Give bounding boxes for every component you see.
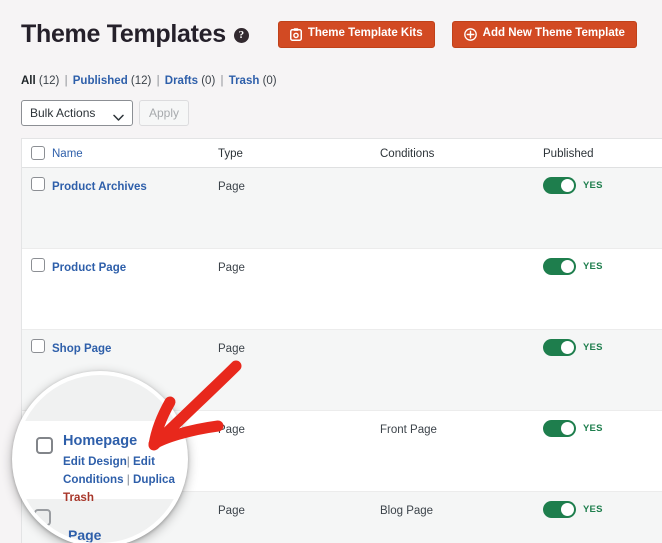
row-checkbox[interactable] [31,339,45,353]
row-type: Page [218,424,245,436]
row-type: Page [218,262,245,274]
magnified-row-name-link[interactable]: Homepage [63,433,137,449]
magnified-next-row-name: Page [68,527,101,543]
toggle-knob [561,503,574,516]
bulk-actions-select[interactable]: Bulk Actions [21,100,133,126]
toggle-knob [561,260,574,273]
page-title: Theme Templates [21,19,226,49]
row-published-toggle-wrap: YES [543,339,662,356]
row-name-link[interactable]: Product Archives [52,180,147,194]
magnified-next-row-checkbox[interactable] [34,509,51,526]
row-checkbox[interactable] [31,258,45,272]
select-all-checkbox[interactable] [31,146,45,160]
table-header-row: Name Type Conditions Published [22,139,662,168]
published-toggle[interactable] [543,501,576,518]
table-row: Product Page Page YES [22,249,662,330]
edit-design-link[interactable]: Edit Design [63,455,127,468]
filter-count-all: (12) [39,75,59,87]
duplicate-link[interactable]: Duplica [133,473,175,486]
plus-circle-icon [464,28,477,41]
published-toggle-label: YES [583,423,603,434]
row-published-toggle-wrap: YES [543,501,662,518]
chevron-down-icon [113,109,124,127]
row-published-toggle-wrap: YES [543,258,662,275]
column-header-name[interactable]: Name [52,148,83,160]
row-type: Page [218,343,245,355]
help-icon[interactable]: ? [234,28,249,43]
trash-link[interactable]: Trash [63,491,94,504]
row-conditions: Front Page [380,424,437,436]
bulk-actions-value: Bulk Actions [22,106,95,120]
toggle-knob [561,179,574,192]
published-toggle[interactable] [543,339,576,356]
row-name-link[interactable]: Product Page [52,261,126,275]
page-header: Theme Templates ? Theme Template Kits [21,0,662,49]
row-type: Page [218,505,245,517]
select-all-cell [22,146,52,160]
filter-link-published[interactable]: Published [73,75,128,87]
filter-link-trash[interactable]: Trash [229,75,260,87]
published-toggle-label: YES [583,504,603,515]
bulk-actions-bar: Bulk Actions Apply [21,100,662,126]
published-toggle-label: YES [583,261,603,272]
filter-separator: | [218,75,225,87]
published-toggle-label: YES [583,342,603,353]
add-new-theme-template-button[interactable]: Add New Theme Template [452,21,637,48]
row-conditions: Blog Page [380,505,433,517]
theme-templates-page: Theme Templates ? Theme Template Kits [0,0,662,543]
theme-template-kits-button[interactable]: Theme Template Kits [278,21,435,48]
published-toggle[interactable] [543,177,576,194]
published-toggle[interactable] [543,258,576,275]
toggle-knob [561,341,574,354]
magnifier-callout: Homepage Edit Design| Edit Conditions | … [12,371,188,543]
filter-count-trash: (0) [263,75,277,87]
filter-separator: | [155,75,162,87]
magnified-row-checkbox[interactable] [36,437,53,454]
row-published-toggle-wrap: YES [543,177,662,194]
published-toggle[interactable] [543,420,576,437]
magnifier-content: Homepage Edit Design| Edit Conditions | … [16,375,184,543]
column-header-published: Published [543,148,594,160]
row-name-link[interactable]: Shop Page [52,342,111,356]
magnifier-row-band-top [16,375,184,421]
filter-links: All (12) | Published (12) | Drafts (0) |… [21,74,662,89]
toggle-knob [561,422,574,435]
magnified-row-actions: Edit Design| Edit Conditions | Duplica T… [63,453,175,507]
filter-separator: | [63,75,70,87]
row-checkbox[interactable] [31,177,45,191]
column-header-conditions: Conditions [380,148,434,160]
column-header-type: Type [218,148,243,160]
add-new-theme-template-label: Add New Theme Template [483,28,625,40]
filter-count-published: (12) [131,75,151,87]
filter-count-drafts: (0) [201,75,215,87]
kit-icon [290,28,302,41]
table-row: Product Archives Page YES [22,168,662,249]
row-type: Page [218,181,245,193]
apply-button[interactable]: Apply [139,100,189,126]
filter-link-drafts[interactable]: Drafts [165,75,198,87]
filter-link-all[interactable]: All [21,75,36,87]
published-toggle-label: YES [583,180,603,191]
theme-template-kits-label: Theme Template Kits [308,28,423,40]
row-published-toggle-wrap: YES [543,420,662,437]
